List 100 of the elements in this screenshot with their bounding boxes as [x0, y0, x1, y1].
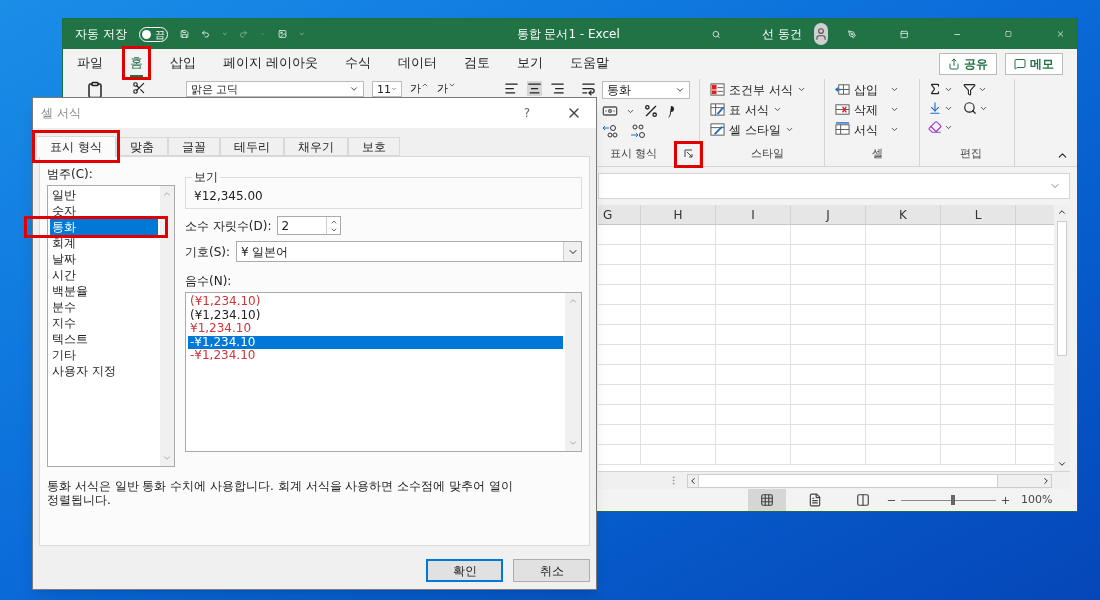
category-item[interactable]: 지수 [50, 315, 158, 331]
user-name: 선 동건 [762, 26, 803, 43]
scroll-up-icon [568, 296, 578, 306]
category-item[interactable]: 시간 [50, 267, 158, 283]
currency-icon[interactable] [602, 103, 618, 119]
down-arrow-icon [928, 101, 942, 115]
zoom-slider[interactable] [901, 495, 996, 505]
scroll-right-icon [1041, 475, 1051, 486]
cut-icon[interactable] [132, 81, 146, 95]
comments-button[interactable]: 메모 [1005, 53, 1063, 75]
ribbon-button[interactable]: 표 서식 [710, 101, 824, 118]
dialog-tab[interactable]: 테두리 [219, 137, 284, 156]
view-button[interactable] [748, 489, 786, 511]
decrease-decimal-icon[interactable] [630, 123, 646, 139]
group-label: 편집 [959, 145, 983, 162]
sample-value: ¥12,345.00 [194, 188, 263, 205]
menu-tab[interactable]: 페이지 레이아웃 [223, 49, 319, 79]
menu-tab[interactable]: 파일 [77, 49, 103, 79]
dialog-tab[interactable]: 보호 [347, 137, 400, 156]
ribbon-button[interactable]: 조건부 서식 [710, 81, 824, 98]
dialog-launcher-icon[interactable] [683, 149, 693, 159]
zoom-in-icon[interactable] [1000, 494, 1011, 506]
align-bottom-icon[interactable] [550, 81, 565, 96]
caret-icon [784, 125, 794, 134]
ribbon-button[interactable]: 삽입 [835, 81, 919, 98]
down-caret-icon [448, 81, 456, 89]
clear-button[interactable] [928, 120, 953, 134]
group-label: 셀 [870, 145, 884, 162]
wrap-text-icon[interactable] [581, 81, 596, 96]
avatar-icon[interactable] [814, 23, 829, 45]
shrink-font-button[interactable]: 가 [437, 81, 456, 97]
menu-tab[interactable]: 삽입 [170, 49, 196, 79]
eraser-icon [928, 120, 942, 134]
dropdown-caret-icon[interactable] [563, 242, 581, 261]
column-header[interactable]: I [716, 205, 791, 224]
decimal-places-field[interactable]: 2 [277, 216, 342, 235]
category-item[interactable]: 기타 [50, 347, 158, 363]
negative-format-item[interactable]: -¥1,234.10 [188, 335, 563, 349]
category-item[interactable]: 사용자 지정 [50, 363, 158, 379]
grow-font-button[interactable]: 가 [410, 81, 429, 97]
menu-tab[interactable]: 보기 [517, 49, 544, 79]
maximize-icon[interactable] [1005, 28, 1013, 40]
category-item[interactable]: 백분율 [50, 283, 158, 299]
number-format-dropdown[interactable]: 통화 [602, 81, 690, 99]
menu-tab[interactable]: 검토 [464, 49, 491, 79]
font-size-field[interactable]: 11 [372, 81, 402, 97]
category-item[interactable]: 통화 [50, 219, 158, 235]
dialog-tab[interactable]: 글꼴 [167, 137, 220, 156]
column-header[interactable]: G [598, 205, 641, 224]
category-item[interactable]: 일반 [50, 187, 158, 203]
horizontal-scrollbar[interactable] [687, 473, 1052, 488]
category-item[interactable]: 날짜 [50, 251, 158, 267]
align-middle-icon[interactable] [527, 81, 542, 96]
autosum-button[interactable] [928, 82, 953, 96]
dialog-tab[interactable]: 표시 형식 [36, 136, 116, 157]
caret-icon [675, 85, 685, 95]
ribbon-button[interactable]: 서식 [835, 121, 919, 138]
column-header[interactable]: H [641, 205, 716, 224]
dialog-tab[interactable]: 채우기 [283, 137, 348, 156]
increase-decimal-icon[interactable] [602, 123, 618, 139]
dialog-button[interactable]: 확인 [426, 559, 503, 582]
list-scrollbar[interactable] [160, 186, 174, 466]
column-header[interactable]: L [941, 205, 1016, 224]
category-item[interactable]: 회계 [50, 235, 158, 251]
menu-tab[interactable]: 데이터 [398, 49, 438, 79]
sigma-icon [928, 82, 942, 96]
ribbon-button[interactable]: 셀 스타일 [710, 121, 824, 138]
category-item[interactable]: 텍스트 [50, 331, 158, 347]
ribbon-button[interactable]: 삭제 [835, 101, 919, 118]
negative-format-item[interactable]: ¥1,234.10 [188, 322, 563, 336]
caret-icon [391, 85, 397, 93]
category-item[interactable]: 숫자 [50, 203, 158, 219]
menu-tab[interactable]: 수식 [345, 49, 372, 79]
scroll-down-icon [162, 453, 172, 463]
symbol-dropdown[interactable]: ¥ 일본어 [236, 241, 582, 262]
menu-tab[interactable]: 도움말 [570, 49, 610, 79]
column-header[interactable]: J [791, 205, 866, 224]
percent-icon[interactable] [643, 103, 659, 119]
list-scrollbar[interactable] [565, 293, 581, 451]
align-top-icon[interactable] [504, 81, 519, 96]
description-text: 통화 서식은 일반 통화 수치에 사용합니다. 회계 서식을 사용하면 소수점에 맞추어 열이 정렬됩니다. [47, 479, 514, 507]
negative-format-item[interactable]: (¥1,234.10) [188, 308, 563, 322]
search-icon [963, 101, 977, 115]
share-button[interactable]: 공유 [939, 53, 997, 75]
category-item[interactable]: 분수 [50, 299, 158, 315]
font-name-field[interactable]: 맑은 고딕 [186, 81, 364, 97]
help-button[interactable]: ? [523, 104, 530, 122]
negative-format-item[interactable]: (¥1,234.10) [188, 295, 563, 309]
column-header[interactable]: K [866, 205, 941, 224]
symbol-label: 기호(S): [185, 243, 231, 261]
dialog-button[interactable]: 취소 [513, 559, 590, 582]
negative-format-item[interactable]: -¥1,234.10 [188, 349, 563, 363]
sort-filter-button[interactable] [963, 82, 987, 96]
scroll-left-icon [688, 475, 698, 486]
fill-button[interactable] [928, 101, 953, 115]
comma-icon[interactable] [667, 104, 675, 118]
find-button[interactable] [963, 101, 988, 115]
zoom-level: 100% [1021, 491, 1053, 508]
scroll-up-icon [1057, 207, 1067, 217]
window-title: 통합 문서1 - Excel [516, 26, 620, 43]
